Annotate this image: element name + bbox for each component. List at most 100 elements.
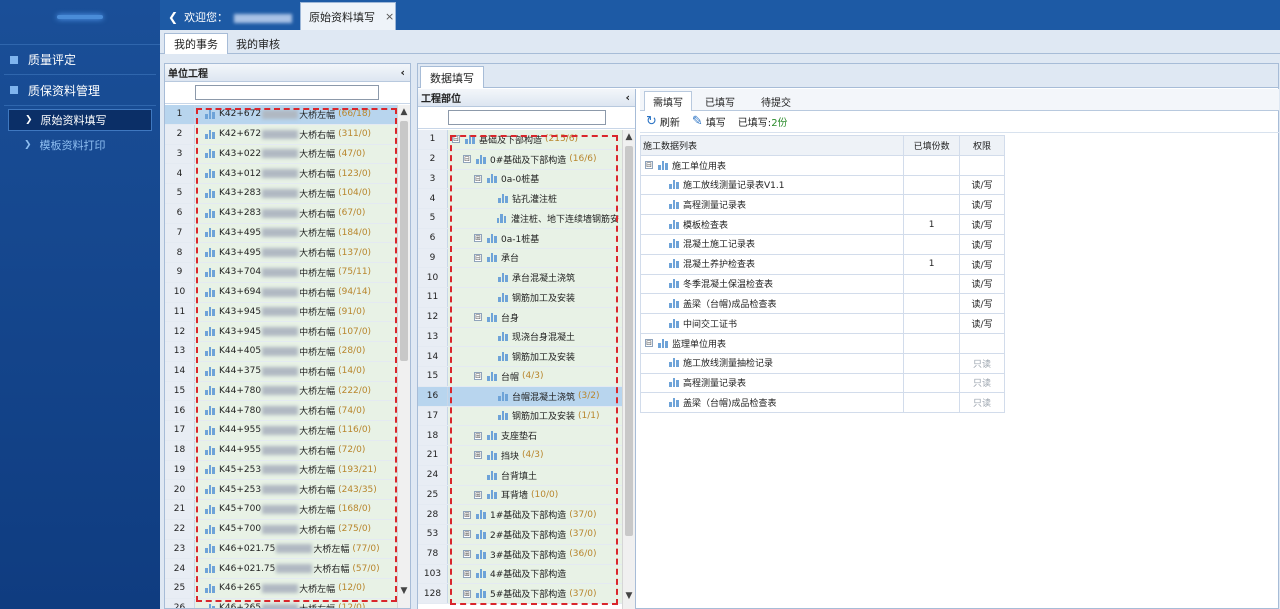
scroll-up-icon[interactable]: ▲	[623, 132, 635, 144]
form-name-cell[interactable]: 施工放线测量抽检记录	[639, 352, 905, 374]
expand-node-icon[interactable]: ⊞	[474, 490, 482, 499]
scroll-thumb[interactable]	[400, 121, 408, 361]
table-row[interactable]: 10 K43+694 中桥右幅 (94/14)	[165, 282, 397, 303]
tree-row[interactable]: 1 ⊟ 基础及下部构造 (215/6)	[418, 130, 622, 150]
tree-node[interactable]: ⊞ 耳背墙 (10/0)	[448, 485, 622, 505]
form-name-cell[interactable]: 中间交工证书	[639, 313, 905, 334]
unit-cell[interactable]: K43+012 大桥右幅 (123/0)	[195, 164, 397, 183]
expand-node-icon[interactable]: ⊞	[463, 550, 471, 559]
sidebar-item-raw-data-entry[interactable]: ❯ 原始资料填写	[8, 109, 152, 131]
unit-search-input[interactable]	[195, 85, 379, 100]
table-row[interactable]: 22 K45+700 大桥右幅 (275/0)	[165, 519, 397, 540]
tree-node[interactable]: ⊟ 0#基础及下部构造 (16/6)	[448, 149, 622, 169]
form-row[interactable]: 高程测量记录表 只读	[639, 372, 1005, 394]
table-row[interactable]: 26 K46+265 大桥右幅(12/0)	[165, 598, 397, 608]
collapse-node-icon[interactable]: ⊟	[474, 174, 482, 183]
table-row[interactable]: 25 K46+265 大桥左幅 (12/0)	[165, 579, 397, 599]
tree-row[interactable]: 53 ⊞ 2#基础及下部构造 (37/0)	[418, 525, 622, 545]
collapse-node-icon[interactable]: ⊟	[645, 339, 653, 348]
tree-row[interactable]: 10 承台混凝土浇筑	[418, 268, 622, 288]
table-row[interactable]: 2 K42+672 大桥右幅 (311/0)	[165, 124, 397, 145]
unit-cell[interactable]: K44+405 中桥左幅 (28/0)	[195, 342, 397, 361]
form-name-cell[interactable]: 混凝土施工记录表	[639, 233, 905, 255]
tree-row[interactable]: 15 ⊟ 台帽 (4/3)	[418, 367, 622, 387]
tree-node[interactable]: 钢筋加工及安装	[448, 347, 622, 366]
table-row[interactable]: 15 K44+780 大桥左幅 (222/0)	[165, 381, 397, 402]
tree-row[interactable]: 9 ⊟ 承台	[418, 248, 622, 269]
table-row[interactable]: 24 K46+021.75 大桥右幅 (57/0)	[165, 559, 397, 579]
tab-filled[interactable]: 已填写	[696, 91, 744, 111]
tree-node[interactable]: 钻孔灌注桩	[448, 189, 622, 208]
collapse-sidebar-icon[interactable]: ❮	[168, 10, 178, 24]
form-name-cell[interactable]: 盖梁（台帽)成品检查表	[639, 392, 905, 414]
tree-row[interactable]: 2 ⊟ 0#基础及下部构造 (16/6)	[418, 149, 622, 170]
table-row[interactable]: 14 K44+375 中桥右幅 (14/0)	[165, 361, 397, 382]
form-row[interactable]: 模板检查表 1 读/写	[639, 214, 1005, 235]
tree-node[interactable]: 钢筋加工及安装	[448, 288, 622, 307]
tree-node[interactable]: ⊞ 挡块 (4/3)	[448, 446, 622, 465]
form-name-cell[interactable]: 混凝土养护检查表	[639, 253, 905, 275]
unit-cell[interactable]: K44+780 大桥左幅 (222/0)	[195, 381, 397, 401]
tree-node[interactable]: ⊞ 5#基础及下部构造 (37/0)	[448, 584, 622, 603]
tab-my-reviews[interactable]: 我的审核	[228, 33, 288, 54]
tree-node[interactable]: ⊟ 台帽 (4/3)	[448, 367, 622, 386]
tab-pending-submit[interactable]: 待提交	[750, 91, 802, 111]
unit-cell[interactable]: K43+945 中桥左幅 (91/0)	[195, 302, 397, 322]
collapse-node-icon[interactable]: ⊟	[474, 372, 482, 381]
unit-cell[interactable]: K45+253 大桥左幅 (193/21)	[195, 460, 397, 480]
unit-cell[interactable]: K45+253 大桥右幅 (243/35)	[195, 480, 397, 499]
table-row[interactable]: 8 K43+495 大桥右幅 (137/0)	[165, 243, 397, 263]
unit-cell[interactable]: K43+022 大桥左幅 (47/0)	[195, 144, 397, 164]
table-row[interactable]: 1 K42+672 大桥左幅 (66/18)	[165, 105, 397, 125]
unit-cell[interactable]: K43+283 大桥左幅 (104/0)	[195, 184, 397, 203]
tree-row[interactable]: 25 ⊞ 耳背墙 (10/0)	[418, 485, 622, 506]
tree-row[interactable]: 78 ⊞ 3#基础及下部构造 (36/0)	[418, 544, 622, 565]
tree-row[interactable]: 16 台帽混凝土浇筑 (3/2)	[418, 386, 622, 407]
tab-to-fill[interactable]: 需填写	[644, 91, 692, 111]
table-row[interactable]: 17 K44+955 大桥左幅 (116/0)	[165, 421, 397, 441]
refresh-button[interactable]: ↻ 刷新	[646, 114, 680, 129]
collapse-node-icon[interactable]: ⊟	[463, 155, 471, 164]
table-row[interactable]: 13 K44+405 中桥左幅 (28/0)	[165, 342, 397, 362]
tree-row[interactable]: 4 钻孔灌注桩	[418, 189, 622, 209]
sidebar-group-archive[interactable]: 质保资料管理	[0, 75, 160, 105]
tree-node[interactable]: ⊟ 承台	[448, 248, 622, 268]
table-row[interactable]: 21 K45+700 大桥左幅 (168/0)	[165, 500, 397, 520]
scroll-down-icon[interactable]: ▼	[623, 591, 635, 603]
collapse-node-icon[interactable]: ⊟	[645, 161, 653, 170]
collapse-node-icon[interactable]: ⊟	[474, 313, 482, 322]
tree-node[interactable]: 钢筋加工及安装 (1/1)	[448, 406, 622, 426]
table-row[interactable]: 12 K43+945 中桥右幅 (107/0)	[165, 322, 397, 342]
unit-cell[interactable]: K43+283 大桥右幅 (67/0)	[195, 203, 397, 223]
tree-row[interactable]: 5 灌注桩、地下连续墙钢筋安	[418, 209, 622, 229]
unit-cell[interactable]: K42+672 大桥左幅 (66/18)	[195, 105, 397, 124]
tree-node[interactable]: ⊞ 支座垫石	[448, 426, 622, 445]
group-row[interactable]: ⊟ 施工单位用表	[639, 154, 1005, 176]
part-search-input[interactable]	[448, 110, 606, 125]
unit-cell[interactable]: K44+955 大桥左幅 (116/0)	[195, 421, 397, 440]
scroll-down-icon[interactable]: ▼	[398, 586, 410, 598]
tree-node[interactable]: 台帽混凝土浇筑 (3/2)	[448, 386, 622, 406]
scrollbar[interactable]: ▲ ▼	[397, 105, 410, 608]
tree-node[interactable]: ⊟ 台身	[448, 307, 622, 327]
collapse-left-icon[interactable]: ‹	[625, 91, 630, 104]
unit-cell[interactable]: K46+265 大桥右幅(12/0)	[195, 598, 397, 608]
table-row[interactable]: 7 K43+495 大桥左幅 (184/0)	[165, 223, 397, 244]
table-row[interactable]: 3 K43+022 大桥左幅 (47/0)	[165, 144, 397, 165]
tab-data-fill[interactable]: 数据填写	[420, 66, 484, 88]
tab-my-tasks[interactable]: 我的事务	[164, 33, 228, 54]
tree-node[interactable]: 现浇台身混凝土	[448, 327, 622, 347]
unit-cell[interactable]: K44+955 大桥右幅 (72/0)	[195, 440, 397, 460]
group-row[interactable]: ⊟ 监理单位用表	[639, 332, 1005, 354]
unit-cell[interactable]: K43+945 中桥右幅 (107/0)	[195, 322, 397, 341]
table-row[interactable]: 19 K45+253 大桥左幅 (193/21)	[165, 460, 397, 481]
table-row[interactable]: 16 K44+780 大桥右幅 (74/0)	[165, 401, 397, 421]
collapse-node-icon[interactable]: ⊟	[452, 135, 460, 144]
form-name-cell[interactable]: 施工放线测量记录表V1.1	[639, 174, 905, 196]
unit-cell[interactable]: K43+694 中桥右幅 (94/14)	[195, 282, 397, 302]
fill-button[interactable]: ✎ 填写	[692, 114, 726, 129]
tab-raw-data-entry[interactable]: 原始资料填写 ×	[300, 2, 396, 30]
tree-row[interactable]: 17 钢筋加工及安装 (1/1)	[418, 406, 622, 427]
tree-row[interactable]: 128 ⊞ 5#基础及下部构造 (37/0)	[418, 584, 622, 604]
form-row[interactable]: 盖梁（台帽)成品检查表 只读	[639, 392, 1005, 414]
